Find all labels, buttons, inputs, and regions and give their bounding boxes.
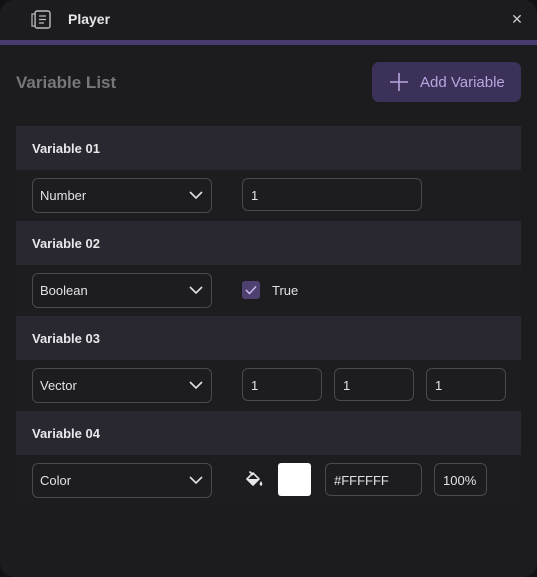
vector-x-value: 1 [251,378,259,393]
document-icon [31,10,51,29]
variable-row: Number 1 [16,170,521,221]
type-select[interactable]: Number [32,178,212,213]
variable-header: Variable 02 [16,221,521,265]
plus-icon [390,73,408,91]
type-value: Boolean [40,283,88,298]
variable-header: Variable 04 [16,411,521,455]
add-variable-button[interactable]: Add Variable [372,62,521,102]
vector-x-input[interactable]: 1 [242,368,322,401]
number-value: 1 [251,188,259,203]
chevron-down-icon [189,191,203,200]
window-title: Player [68,11,111,27]
chevron-down-icon [189,381,203,390]
page-title: Variable List [16,73,117,92]
boolean-checkbox[interactable] [242,281,260,299]
alpha-input[interactable]: 100% [434,463,487,496]
accent-bar [0,40,537,45]
checkmark-icon [245,285,257,295]
paint-bucket-icon[interactable] [244,470,264,490]
alpha-value: 100% [443,473,477,488]
variable-row: Color #FFFFFF 100% [16,455,521,506]
type-value: Color [40,473,72,488]
close-icon[interactable]: ✕ [509,11,525,27]
vector-z-value: 1 [435,378,443,393]
type-select[interactable]: Boolean [32,273,212,308]
type-select[interactable]: Vector [32,368,212,403]
player-window: Player ✕ Variable List Add Variable Vari… [0,0,537,577]
hex-input[interactable]: #FFFFFF [325,463,422,496]
title-bar: Player ✕ [0,0,537,40]
variable-list: Variable 01 Number 1 Variable 02 Boolean… [16,126,521,506]
hex-value: #FFFFFF [334,473,389,488]
variable-row: Boolean True [16,265,521,316]
vector-y-value: 1 [343,378,351,393]
add-variable-label: Add Variable [420,74,505,91]
type-value: Number [40,188,87,203]
chevron-down-icon [189,476,203,485]
variable-header: Variable 01 [16,126,521,170]
type-select[interactable]: Color [32,463,212,498]
variable-name: Variable 02 [32,236,100,251]
number-input[interactable]: 1 [242,178,422,211]
color-swatch[interactable] [278,463,311,496]
variable-name: Variable 01 [32,141,100,156]
variable-row: Vector 1 1 1 [16,360,521,411]
variable-name: Variable 04 [32,426,100,441]
vector-y-input[interactable]: 1 [334,368,414,401]
vector-z-input[interactable]: 1 [426,368,506,401]
variable-header: Variable 03 [16,316,521,360]
variable-name: Variable 03 [32,331,100,346]
type-value: Vector [40,378,77,393]
checkbox-label: True [272,283,299,298]
chevron-down-icon [189,286,203,295]
